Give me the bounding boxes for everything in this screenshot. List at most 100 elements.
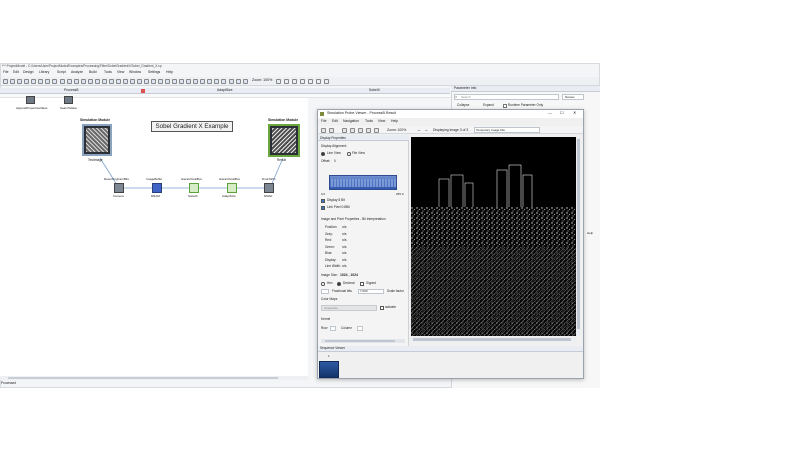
pixel-properties-title: Image and Pixel Properties - Bit Interpr…: [321, 217, 386, 221]
probe-menu-file[interactable]: File: [321, 119, 326, 123]
thumbnail-image: [86, 128, 108, 152]
runtime-checkbox[interactable]: [503, 104, 507, 108]
app-icon: [320, 112, 324, 116]
color-maps-label: Color Maps: [321, 297, 338, 301]
image-size-value: 1024 , 1024: [340, 273, 358, 277]
node-label: DmaToPC: [262, 177, 276, 181]
bits-stepper[interactable]: [321, 289, 329, 294]
pixel-property-value: n/a: [342, 231, 347, 236]
scroll-thumb[interactable]: [325, 340, 395, 342]
expand-button[interactable]: Expand: [483, 103, 494, 107]
node-label: SobelX: [188, 194, 198, 198]
node-title: Simulation Module: [80, 118, 111, 122]
maximize-icon[interactable]: ☐: [560, 111, 564, 115]
node-label: Camera: [113, 194, 124, 198]
probe-menu-edit[interactable]: Edit: [332, 119, 338, 123]
dma-node[interactable]: [264, 183, 274, 193]
camera-node[interactable]: [114, 183, 124, 193]
pixel-property-key: Red:: [325, 238, 332, 242]
node-label: Result: [277, 158, 287, 162]
link-pixel-checkbox[interactable]: [321, 206, 325, 210]
node-label: SearchValue: [60, 106, 77, 110]
probe-menu-help[interactable]: Help: [391, 119, 398, 123]
fractional-bits-value: 7.000: [360, 289, 368, 293]
row-stepper[interactable]: [330, 326, 336, 331]
fractional-bits-label: Fractional bits: [332, 289, 352, 293]
column-stepper[interactable]: [357, 326, 363, 331]
display-alignment-label: Display Alignment: [321, 144, 347, 148]
line-view-radio[interactable]: [321, 152, 325, 156]
collapse-button[interactable]: Collapse: [457, 103, 469, 107]
kernel-label: Kernel: [321, 317, 331, 321]
sequence-thumbnail[interactable]: [319, 361, 339, 378]
hex-radio[interactable]: [321, 282, 325, 286]
signed-checkbox[interactable]: [360, 282, 364, 286]
canvas-title-box[interactable]: Sobel Gradient X Example: [151, 121, 233, 132]
probe-toolbar-button-icon[interactable]: [358, 128, 363, 133]
decimal-radio[interactable]: [337, 282, 341, 286]
names-dropdown-label: Names: [565, 94, 575, 99]
probe-image-viewport[interactable]: [411, 137, 576, 336]
probe-toolbar-button-icon[interactable]: [350, 128, 355, 133]
minimize-icon[interactable]: —: [548, 111, 552, 115]
scroll-thumb[interactable]: [8, 377, 278, 379]
probe-toolbar-button-icon[interactable]: [374, 128, 379, 133]
sobelx-node[interactable]: [189, 183, 199, 193]
offset-label: Offset:: [321, 159, 331, 163]
displaying-label: Displaying image 3 of 3: [433, 128, 469, 132]
props-hscroll[interactable]: [321, 339, 405, 343]
scroll-thumb[interactable]: [413, 338, 571, 341]
probe-title: Simulation Probe Viewer - ProcessB.Resul…: [327, 111, 397, 115]
pixel-property-value: n/a: [342, 257, 347, 262]
probe-toolbar-button-icon[interactable]: [321, 128, 326, 133]
status-text: Processed: [1, 381, 17, 385]
pixel-property-value: n/a: [342, 225, 347, 229]
node-label: ResetOrigCamBits: [104, 177, 129, 181]
probe-toolbar-button-icon[interactable]: [342, 128, 347, 133]
probe-menu-navigation[interactable]: Navigation: [343, 119, 359, 123]
node-label: DRAM: [151, 194, 160, 198]
pixel-property-key: Gray:: [325, 231, 333, 236]
pixel-property-value: n/a: [342, 244, 347, 249]
result-node[interactable]: [268, 124, 300, 157]
row-label: Row: [321, 326, 328, 330]
search-icon: ⌕: [455, 94, 458, 99]
line-view-label: Line View: [327, 151, 341, 155]
pixel-property-key: Blue:: [325, 251, 333, 255]
search-placeholder: Search: [461, 94, 471, 99]
image-hscroll[interactable]: [411, 337, 576, 342]
sequence-viewer-header: [318, 346, 583, 352]
prev-icon[interactable]: ←: [417, 127, 421, 132]
next-icon[interactable]: →: [424, 127, 428, 132]
probe-menu-tools[interactable]: Tools: [365, 119, 373, 123]
file-view-radio[interactable]: [347, 152, 351, 156]
probe-zoom-label[interactable]: Zoom: 100%: [387, 128, 406, 132]
adaptsize-node[interactable]: [227, 183, 237, 193]
node-label: HierarchicalBox: [181, 177, 203, 181]
append-properties-node[interactable]: [26, 96, 35, 104]
probe-toolbar-button-icon[interactable]: [366, 128, 371, 133]
testimage-node[interactable]: [82, 124, 112, 156]
scroll-thumb[interactable]: [577, 139, 580, 329]
canvas-title-text: Sobel Gradient X Example: [155, 123, 229, 130]
help-label: Help: [587, 231, 594, 235]
probe-menu-view[interactable]: View: [378, 119, 385, 123]
offset-value: 0: [334, 159, 336, 163]
activate-checkbox[interactable]: [380, 306, 384, 310]
display-8bit-checkbox[interactable]: [321, 199, 325, 203]
search-value-node[interactable]: [64, 96, 73, 104]
dram-node[interactable]: [152, 183, 162, 193]
node-label: AppendPropertiesValue: [16, 106, 48, 110]
probe-toolbar-button-icon[interactable]: [329, 128, 334, 133]
pixel-property-value: n/a: [342, 264, 347, 268]
canvas-hscroll[interactable]: [0, 376, 308, 380]
sobel-result-image: [411, 137, 576, 336]
image-size-label: Image Size:: [321, 273, 338, 277]
pixel-property-value: n/a: [342, 251, 347, 255]
sequence-index: 1: [328, 354, 330, 358]
pixel-property-key: Green:: [325, 244, 335, 249]
histogram-widget[interactable]: [329, 175, 397, 190]
close-icon[interactable]: ✕: [573, 111, 576, 115]
image-vscroll[interactable]: [576, 137, 581, 336]
node-label: HierarchicalBox: [219, 177, 241, 181]
